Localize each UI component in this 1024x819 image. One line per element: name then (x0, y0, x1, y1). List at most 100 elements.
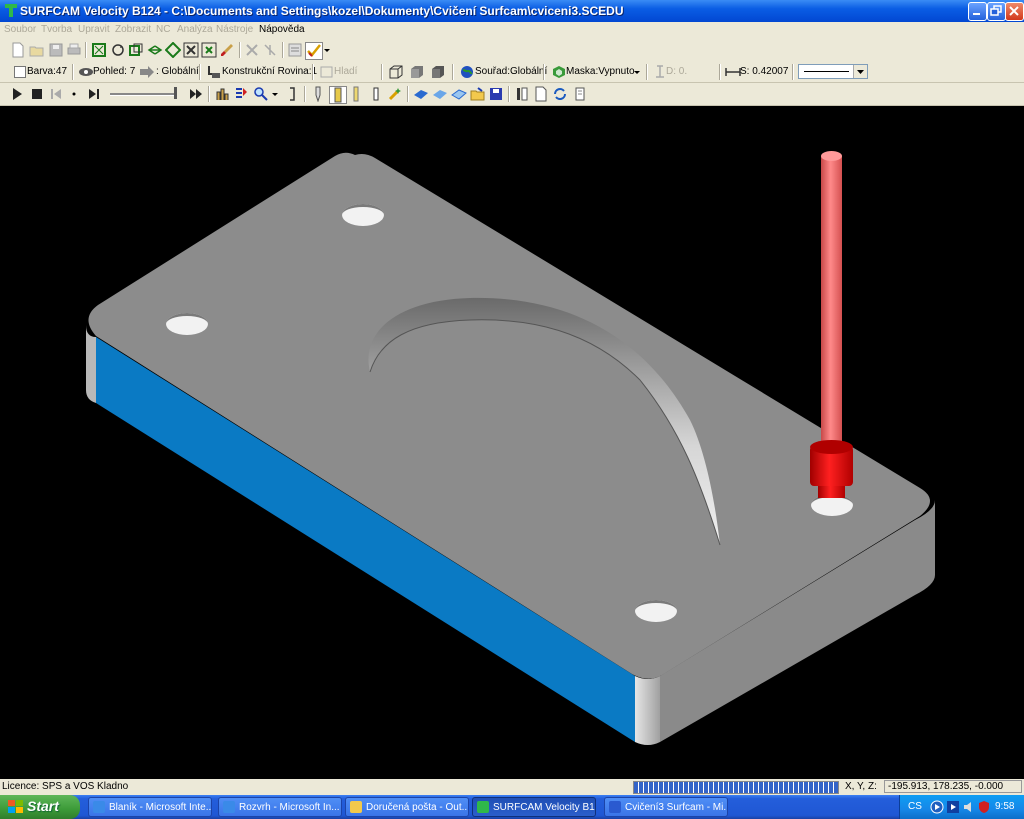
simulation-toolbar (0, 83, 1024, 106)
coord-system-label[interactable]: Souřad:Globální (475, 66, 547, 77)
cutter-icon[interactable] (368, 86, 384, 102)
step-forward-icon[interactable] (86, 86, 102, 102)
line-style-preview (804, 71, 849, 72)
speed-dropdown-icon[interactable] (69, 86, 79, 102)
menu-zobrazit[interactable]: Zobrazit (115, 24, 151, 35)
document-icon[interactable] (533, 86, 549, 102)
color-label[interactable]: Barva:47 (27, 66, 67, 77)
xyz-readout: -195.913, 178.235, -0.000 (884, 780, 1022, 793)
part-3d-view[interactable] (0, 106, 1024, 778)
start-button[interactable]: Start (0, 795, 80, 819)
smooth-label[interactable]: Hladí (334, 66, 357, 77)
menu-napoveda[interactable]: Nápověda (259, 24, 305, 35)
restore-button[interactable] (987, 2, 1006, 21)
window-title: SURFCAM Velocity B124 - C:\Documents and… (20, 4, 624, 18)
rotate-view-icon[interactable] (110, 42, 126, 58)
pan-icon[interactable] (147, 42, 163, 58)
menu-nastroje[interactable]: Nástroje (216, 24, 253, 35)
taskbar-item-label: Cvičení3 Surfcam - Mi... (625, 802, 728, 813)
open-toolpath-icon[interactable] (470, 86, 486, 102)
line-style-select[interactable] (798, 64, 868, 79)
check-settings-dropdown-icon[interactable] (322, 42, 332, 58)
speed-slider-handle[interactable] (174, 87, 177, 99)
line-style-dropdown-icon[interactable] (853, 65, 867, 78)
chart-tool-icon[interactable] (215, 86, 231, 102)
zoom-fit-icon[interactable] (91, 42, 107, 58)
stop-icon[interactable] (29, 86, 45, 102)
zoom-dropdown-icon[interactable] (270, 86, 280, 102)
zoom-in-icon[interactable] (183, 42, 199, 58)
zoom-icon[interactable] (253, 86, 269, 102)
tool-holder-top (810, 440, 853, 454)
holder-view-icon[interactable] (329, 86, 347, 104)
operations-icon[interactable] (233, 86, 249, 102)
windows-logo-icon (8, 800, 23, 813)
clipboard-icon[interactable] (572, 86, 588, 102)
security-shield-icon[interactable] (977, 800, 991, 814)
taskbar-item[interactable]: Rozvrh - Microsoft In... (218, 797, 342, 817)
progress-fill (634, 782, 838, 793)
speed-slider[interactable] (110, 87, 177, 99)
window-zoom-icon[interactable] (128, 42, 144, 58)
graphics-viewport[interactable] (0, 106, 1024, 778)
menu-nc[interactable]: NC (156, 24, 170, 35)
delete-icon[interactable] (244, 42, 260, 58)
open-folder-icon[interactable] (29, 42, 45, 58)
center-icon[interactable] (165, 42, 181, 58)
menu-analyza[interactable]: Analýza (177, 24, 213, 35)
check-settings-icon[interactable] (305, 42, 323, 60)
menu-upravit[interactable]: Upravit (78, 24, 110, 35)
refresh-icon[interactable] (552, 86, 568, 102)
wand-icon[interactable] (387, 86, 403, 102)
taskbar-item-label: Blaník - Microsoft Inte... (109, 802, 212, 813)
shaded-icon[interactable] (409, 64, 425, 80)
color-swatch[interactable] (14, 66, 26, 78)
save-icon[interactable] (48, 42, 64, 58)
status-toolbar: Barva:47 Pohled: 7 : Globální Konstrukčn… (0, 61, 1024, 83)
menu-tvorba[interactable]: Tvorba (41, 24, 72, 35)
media-player-icon[interactable] (946, 800, 960, 814)
surface-grid-icon[interactable] (451, 86, 467, 102)
tool-collet (818, 486, 845, 498)
save-toolpath-icon[interactable] (488, 86, 504, 102)
close-button[interactable] (1005, 2, 1024, 21)
construction-plane-label[interactable]: Konstrukční Rovina:1 (222, 66, 317, 77)
wireframe-icon[interactable] (388, 64, 404, 80)
rewind-icon[interactable] (48, 86, 64, 102)
stock-view-icon[interactable] (348, 86, 364, 102)
taskbar-item[interactable]: Doručená pošta - Out... (345, 797, 469, 817)
play-icon[interactable] (9, 86, 25, 102)
zoom-out-icon[interactable] (201, 42, 217, 58)
mask-label[interactable]: Maska:Vypnuto (566, 66, 635, 77)
surface-blue-icon[interactable] (413, 86, 429, 102)
menu-soubor[interactable]: Soubor (4, 24, 36, 35)
solid-icon[interactable] (430, 64, 446, 80)
step-label[interactable]: S: 0.42007 (740, 66, 788, 77)
report-icon[interactable] (514, 86, 530, 102)
start-label: Start (27, 798, 59, 814)
properties-icon[interactable] (287, 42, 303, 58)
new-file-icon[interactable] (10, 42, 26, 58)
minimize-button[interactable] (968, 2, 987, 21)
network-icon[interactable] (930, 800, 944, 814)
taskbar-item-label: Doručená pošta - Out... (366, 802, 469, 813)
outlook-icon (350, 801, 362, 813)
trim-icon[interactable] (262, 42, 278, 58)
volume-icon[interactable] (962, 800, 976, 814)
print-icon[interactable] (66, 42, 82, 58)
fast-forward-icon[interactable] (188, 86, 204, 102)
depth-label[interactable]: D: 0. (666, 66, 687, 77)
surface-light-icon[interactable] (432, 86, 448, 102)
taskbar-item[interactable]: Blaník - Microsoft Inte... (88, 797, 212, 817)
surfcam-app-icon[interactable] (4, 3, 18, 18)
tool-shank (821, 156, 842, 446)
language-indicator[interactable]: CS (908, 801, 922, 812)
bracket-icon[interactable] (284, 86, 300, 102)
view-label[interactable]: Pohled: 7 (93, 66, 135, 77)
taskbar-item[interactable]: SURFCAM Velocity B1... (472, 797, 596, 817)
mask-dropdown-icon[interactable] (632, 64, 642, 80)
redraw-brush-icon[interactable] (219, 42, 235, 58)
taskbar-item[interactable]: Cvičení3 Surfcam - Mi... (604, 797, 728, 817)
view-coord-label[interactable]: : Globální (156, 66, 199, 77)
tool-view-icon[interactable] (310, 86, 326, 102)
